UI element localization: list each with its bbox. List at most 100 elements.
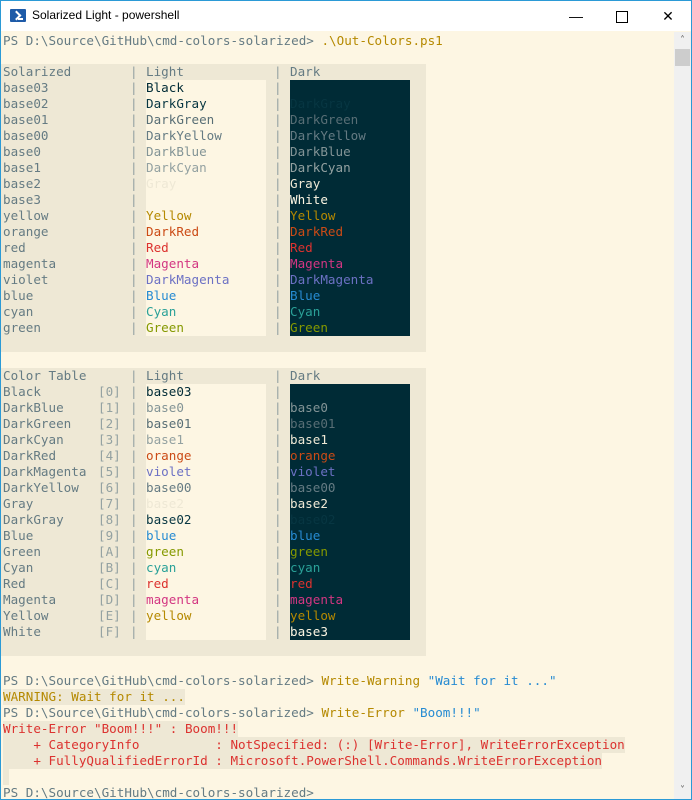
row-label: DarkGreen bbox=[3, 416, 72, 431]
light-sample: DarkGreen bbox=[146, 112, 215, 127]
column-separator: | bbox=[130, 496, 138, 511]
row-index: [A] bbox=[98, 544, 121, 559]
close-button[interactable]: ✕ bbox=[645, 1, 691, 31]
prompt-line-1: PS D:\Source\GitHub\cmd-colors-solarized… bbox=[3, 33, 443, 49]
column-separator: | bbox=[130, 368, 138, 383]
prompt: PS D:\Source\GitHub\cmd-colors-solarized… bbox=[3, 33, 322, 48]
column-separator: | bbox=[130, 480, 138, 495]
column-separator: | bbox=[274, 64, 282, 79]
dark-sample: orange bbox=[290, 448, 336, 463]
light-sample: DarkBlue bbox=[146, 144, 207, 159]
column-separator: | bbox=[130, 544, 138, 559]
column-header: Dark bbox=[290, 64, 321, 79]
light-sample: Red bbox=[146, 240, 169, 255]
console-output[interactable]: PS D:\Source\GitHub\cmd-colors-solarized… bbox=[1, 32, 674, 799]
light-sample: DarkRed bbox=[146, 224, 200, 239]
light-sample: red bbox=[146, 576, 169, 591]
maximize-icon bbox=[616, 11, 628, 24]
scroll-down-arrow-icon[interactable]: ˅ bbox=[674, 782, 691, 799]
console-window: Solarized Light - powershell — ✕ PS D:\S… bbox=[0, 0, 692, 800]
row-index: [C] bbox=[98, 576, 121, 591]
dark-sample: cyan bbox=[290, 560, 321, 575]
column-separator: | bbox=[130, 224, 138, 239]
dark-sample: Cyan bbox=[290, 304, 321, 319]
error-output-line: + CategoryInfo : NotSpecified: (:) [Writ… bbox=[3, 737, 625, 753]
column-header: Light bbox=[146, 368, 184, 383]
row-label: base00 bbox=[3, 128, 49, 143]
command-cmdlet: Write-Error bbox=[321, 705, 405, 720]
column-separator: | bbox=[274, 448, 282, 463]
column-separator: | bbox=[130, 320, 138, 335]
column-separator: | bbox=[130, 448, 138, 463]
row-index: [6] bbox=[98, 480, 121, 495]
column-separator: | bbox=[130, 256, 138, 271]
column-separator: | bbox=[274, 496, 282, 511]
dark-sample: base00 bbox=[290, 480, 336, 495]
column-separator: | bbox=[274, 224, 282, 239]
row-label: yellow bbox=[3, 208, 49, 223]
column-separator: | bbox=[130, 528, 138, 543]
column-separator: | bbox=[274, 560, 282, 575]
column-separator: | bbox=[274, 160, 282, 175]
prompt-line-2: PS D:\Source\GitHub\cmd-colors-solarized… bbox=[3, 673, 557, 689]
row-label: DarkGray bbox=[3, 512, 64, 527]
dark-sample: blue bbox=[290, 528, 321, 543]
dark-sample: green bbox=[290, 544, 328, 559]
command-argument: "Wait for it ..." bbox=[427, 673, 557, 688]
light-sample: Cyan bbox=[146, 304, 177, 319]
window-title: Solarized Light - powershell bbox=[32, 8, 180, 22]
column-separator: | bbox=[274, 240, 282, 255]
light-sample: yellow bbox=[146, 608, 192, 623]
row-label: base01 bbox=[3, 112, 49, 127]
prompt: PS D:\Source\GitHub\cmd-colors-solarized… bbox=[3, 705, 322, 720]
column-separator: | bbox=[274, 608, 282, 623]
dark-sample: Yellow bbox=[290, 208, 336, 223]
error-output-blank bbox=[3, 769, 9, 785]
column-separator: | bbox=[130, 416, 138, 431]
column-separator: | bbox=[274, 400, 282, 415]
column-separator: | bbox=[130, 96, 138, 111]
column-separator: | bbox=[130, 592, 138, 607]
row-index: [E] bbox=[98, 608, 121, 623]
row-label: DarkRed bbox=[3, 448, 57, 463]
column-separator: | bbox=[274, 624, 282, 639]
column-separator: | bbox=[130, 80, 138, 95]
dark-sample: base02 bbox=[290, 512, 336, 527]
column-separator: | bbox=[274, 208, 282, 223]
column-separator: | bbox=[274, 112, 282, 127]
command-cmdlet: Write-Warning bbox=[321, 673, 421, 688]
minimize-button[interactable]: — bbox=[553, 1, 599, 31]
light-sample: base00 bbox=[146, 480, 192, 495]
column-separator: | bbox=[274, 176, 282, 191]
maximize-button[interactable] bbox=[599, 1, 645, 31]
title-bar[interactable]: Solarized Light - powershell — ✕ bbox=[1, 1, 691, 31]
vertical-scrollbar[interactable]: ˄ ˅ bbox=[674, 32, 691, 799]
dark-sample: yellow bbox=[290, 608, 336, 623]
light-sample: DarkGray bbox=[146, 96, 207, 111]
column-separator: | bbox=[130, 240, 138, 255]
row-label: cyan bbox=[3, 304, 34, 319]
column-separator: | bbox=[130, 400, 138, 415]
row-index: [4] bbox=[98, 448, 121, 463]
column-separator: | bbox=[274, 304, 282, 319]
dark-sample: DarkYellow bbox=[290, 128, 366, 143]
light-sample: base1 bbox=[146, 432, 184, 447]
row-index: [B] bbox=[98, 560, 121, 575]
row-label: orange bbox=[3, 224, 49, 239]
prompt: PS D:\Source\GitHub\cmd-colors-solarized… bbox=[3, 785, 322, 799]
row-label: violet bbox=[3, 272, 49, 287]
row-label: green bbox=[3, 320, 41, 335]
dark-sample: Magenta bbox=[290, 256, 344, 271]
row-label: Gray bbox=[3, 496, 34, 511]
column-separator: | bbox=[274, 96, 282, 111]
scrollbar-thumb[interactable] bbox=[675, 49, 690, 66]
light-sample: Gray bbox=[146, 176, 177, 191]
dark-sample: Green bbox=[290, 320, 328, 335]
column-header: Light bbox=[146, 64, 184, 79]
light-sample: Green bbox=[146, 320, 184, 335]
scroll-up-arrow-icon[interactable]: ˄ bbox=[674, 32, 691, 49]
dark-sample: Red bbox=[290, 240, 313, 255]
row-index: [D] bbox=[98, 592, 121, 607]
column-separator: | bbox=[274, 272, 282, 287]
light-sample: Yellow bbox=[146, 208, 192, 223]
